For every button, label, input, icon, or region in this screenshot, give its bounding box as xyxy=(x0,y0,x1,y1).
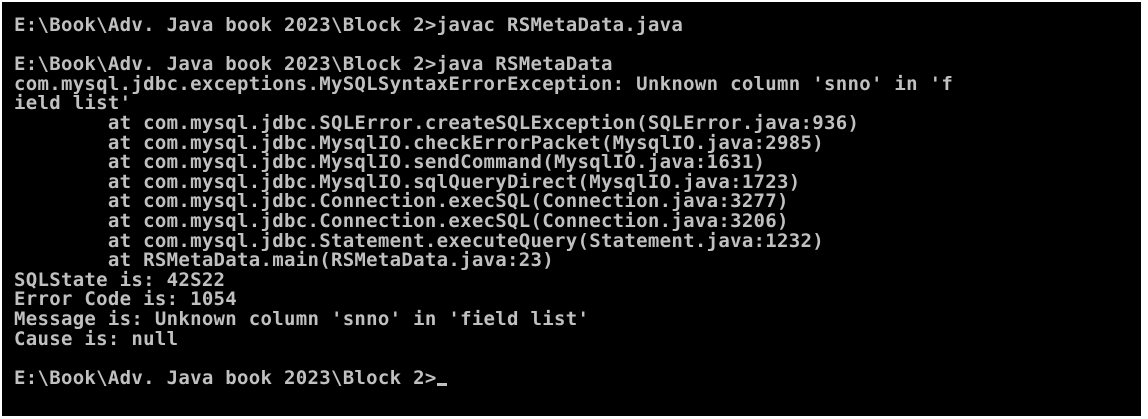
text-cursor xyxy=(436,382,447,386)
cause-line: Cause is: null xyxy=(14,327,179,350)
stack-trace-line: at com.mysql.jdbc.Connection.execSQL(Con… xyxy=(14,209,789,232)
stack-trace-line: at com.mysql.jdbc.SQLError.createSQLExce… xyxy=(14,111,860,134)
console-output: E:\Book\Adv. Java book 2023\Block 2>java… xyxy=(14,14,954,389)
console-window[interactable]: E:\Book\Adv. Java book 2023\Block 2>java… xyxy=(2,2,1141,416)
message-line: Message is: Unknown column 'snno' in 'fi… xyxy=(14,307,590,330)
exception-line: com.mysql.jdbc.exceptions.MySQLSyntaxErr… xyxy=(14,72,954,95)
error-code-line: Error Code is: 1054 xyxy=(14,288,238,311)
stack-trace-line: at RSMetaData.main(RSMetaData.java:23) xyxy=(14,249,554,272)
prompt-text: E:\Book\Adv. Java book 2023\Block 2> xyxy=(14,366,437,389)
command-line-javac: E:\Book\Adv. Java book 2023\Block 2>java… xyxy=(14,14,684,36)
stack-trace-line: at com.mysql.jdbc.MysqlIO.sendCommand(My… xyxy=(14,151,766,174)
prompt-line[interactable]: E:\Book\Adv. Java book 2023\Block 2> xyxy=(14,366,953,389)
command-line-java: E:\Book\Adv. Java book 2023\Block 2>java… xyxy=(14,53,613,76)
stack-trace-line: at com.mysql.jdbc.Connection.execSQL(Con… xyxy=(14,190,789,213)
